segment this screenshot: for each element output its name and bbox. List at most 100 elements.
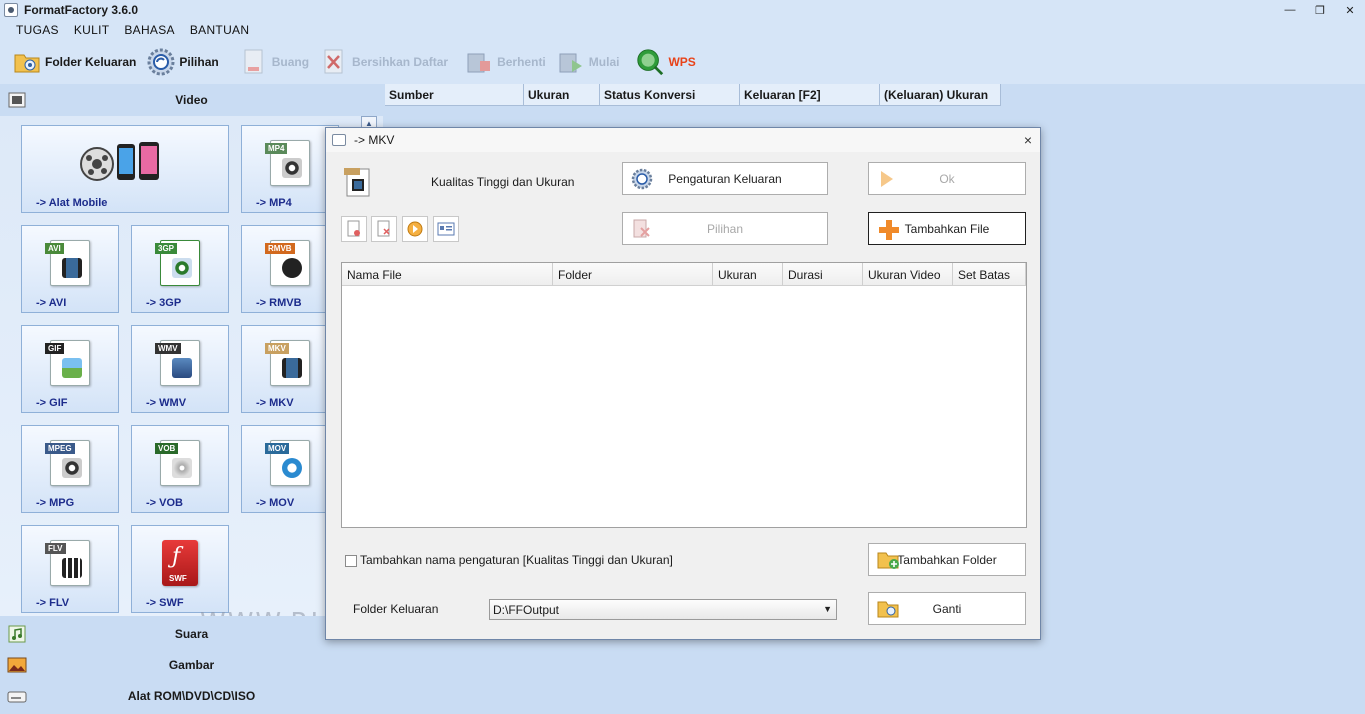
avi-icon: AVI <box>45 240 90 286</box>
start-icon <box>556 47 586 77</box>
plus-icon <box>877 218 899 240</box>
column-video-size[interactable]: Ukuran Video <box>863 263 953 286</box>
gear-icon <box>146 47 176 77</box>
mpg-icon: MPEG <box>45 440 90 486</box>
column-duration[interactable]: Durasi <box>783 263 863 286</box>
rmvb-icon: RMVB <box>265 240 310 286</box>
tile-rmvb-label: -> RMVB <box>256 297 302 309</box>
menu-bantuan[interactable]: BANTUAN <box>190 23 249 37</box>
mkv-icon: MKV <box>265 340 310 386</box>
gif-icon: GIF <box>45 340 90 386</box>
minimize-button[interactable]: — <box>1275 0 1305 20</box>
tile-3gp[interactable]: 3GP -> 3GP <box>131 225 229 313</box>
stop-button[interactable]: Berhenti <box>464 47 546 77</box>
menu-tugas[interactable]: TUGAS <box>16 23 59 37</box>
tile-mov-label: -> MOV <box>256 497 295 509</box>
video-section-header[interactable]: Video <box>0 86 383 114</box>
tile-vob[interactable]: VOB -> VOB <box>131 425 229 513</box>
add-file-button[interactable]: Tambahkan File <box>868 212 1026 245</box>
remove-label: Buang <box>271 55 310 69</box>
folder-icon <box>12 47 42 77</box>
picture-icon <box>7 655 27 675</box>
vob-icon: VOB <box>155 440 200 486</box>
tile-swf-label: -> SWF <box>146 597 184 609</box>
change-button[interactable]: Ganti <box>868 592 1026 625</box>
column-output-size[interactable]: (Keluaran) Ukuran <box>880 84 1001 106</box>
tile-swf[interactable]: ƒ SWF -> SWF <box>131 525 229 613</box>
mp4-icon: MP4 <box>265 140 310 186</box>
clear-files-tool[interactable] <box>371 216 397 242</box>
dialog-title: -> MKV <box>354 133 395 147</box>
tile-wmv-label: -> WMV <box>146 397 187 409</box>
wmv-icon: WMV <box>155 340 200 386</box>
dialog-close-button[interactable]: × <box>1024 132 1032 148</box>
column-size[interactable]: Ukuran <box>524 84 600 106</box>
column-file-name[interactable]: Nama File <box>342 263 553 286</box>
clear-list-label: Bersihkan Daftar <box>352 55 449 69</box>
clear-list-button[interactable]: Bersihkan Daftar <box>319 47 448 77</box>
tile-flv-label: -> FLV <box>36 597 70 609</box>
options-button[interactable]: Pilihan <box>146 47 219 77</box>
tile-avi[interactable]: AVI -> AVI <box>21 225 119 313</box>
output-folder-select[interactable]: D:\FFOutput ▼ <box>489 599 837 620</box>
column-folder[interactable]: Folder <box>553 263 713 286</box>
stop-label: Berhenti <box>497 55 546 69</box>
swf-icon: ƒ SWF <box>162 540 198 586</box>
tile-gif[interactable]: GIF -> GIF <box>21 325 119 413</box>
options-tool-icon <box>631 218 653 240</box>
tile-wmv[interactable]: WMV -> WMV <box>131 325 229 413</box>
dialog-app-icon <box>332 134 346 146</box>
remove-file-tool[interactable] <box>341 216 367 242</box>
menu-bar: TUGAS KULIT BAHASA BANTUAN <box>0 20 1365 40</box>
restore-button[interactable]: ❐ <box>1305 0 1335 20</box>
add-setting-name-checkbox[interactable] <box>345 555 357 567</box>
music-note-icon <box>7 624 27 644</box>
column-set-limit[interactable]: Set Batas <box>953 263 1026 286</box>
rom-section-header[interactable]: Alat ROM\DVD\CD\ISO <box>0 681 383 711</box>
tile-mpg-label: -> MPG <box>36 497 75 509</box>
tile-mobile-label: -> Alat Mobile <box>36 197 108 209</box>
dropdown-arrow-icon: ▼ <box>823 604 832 614</box>
column-output[interactable]: Keluaran [F2] <box>740 84 880 106</box>
rom-section-label: Alat ROM\DVD\CD\ISO <box>127 689 256 703</box>
menu-kulit[interactable]: KULIT <box>74 23 110 37</box>
close-button[interactable]: ✕ <box>1335 0 1365 20</box>
video-section-label: Video <box>175 93 208 107</box>
column-file-size[interactable]: Ukuran <box>713 263 783 286</box>
ok-button[interactable]: Ok <box>868 162 1026 195</box>
dialog-options-button[interactable]: Pilihan <box>622 212 828 245</box>
folder-browse-icon <box>877 598 899 620</box>
film-icon <box>7 90 27 110</box>
file-info-tool[interactable] <box>433 216 459 242</box>
mkv-dialog: -> MKV × Kualitas Tinggi dan Ukuran Peng… <box>325 127 1041 640</box>
folder-output-button[interactable]: Folder Keluaran <box>12 47 136 77</box>
window-controls: — ❐ ✕ <box>1275 0 1365 20</box>
wps-icon <box>635 47 665 77</box>
wps-button[interactable]: WPS <box>635 47 696 77</box>
image-section-label: Gambar <box>168 658 215 672</box>
stop-icon <box>464 47 494 77</box>
remove-button[interactable]: Buang <box>239 47 309 77</box>
clear-list-icon <box>319 47 349 77</box>
start-button[interactable]: Mulai <box>556 47 619 77</box>
image-section-header[interactable]: Gambar <box>0 650 383 680</box>
tile-flv[interactable]: FLV -> FLV <box>21 525 119 613</box>
add-folder-icon <box>877 549 899 571</box>
column-status[interactable]: Status Konversi <box>600 84 740 106</box>
add-setting-name-label: Tambahkan nama pengaturan [Kualitas Ting… <box>360 553 673 567</box>
output-settings-button[interactable]: Pengaturan Keluaran <box>622 162 828 195</box>
menu-bahasa[interactable]: BAHASA <box>124 23 175 37</box>
tile-mkv-label: -> MKV <box>256 397 294 409</box>
add-folder-button[interactable]: Tambahkan Folder <box>868 543 1026 576</box>
play-file-tool[interactable] <box>402 216 428 242</box>
ok-arrow-icon <box>877 168 899 190</box>
options-label: Pilihan <box>179 55 219 69</box>
tile-vob-label: -> VOB <box>146 497 183 509</box>
tile-avi-label: -> AVI <box>36 297 67 309</box>
tile-gif-label: -> GIF <box>36 397 68 409</box>
tile-mobile[interactable]: -> Alat Mobile <box>21 125 229 213</box>
flv-icon: FLV <box>45 540 90 586</box>
folder-output-label: Folder Keluaran <box>45 55 137 69</box>
tile-mpg[interactable]: MPEG -> MPG <box>21 425 119 513</box>
column-source[interactable]: Sumber <box>385 84 524 106</box>
